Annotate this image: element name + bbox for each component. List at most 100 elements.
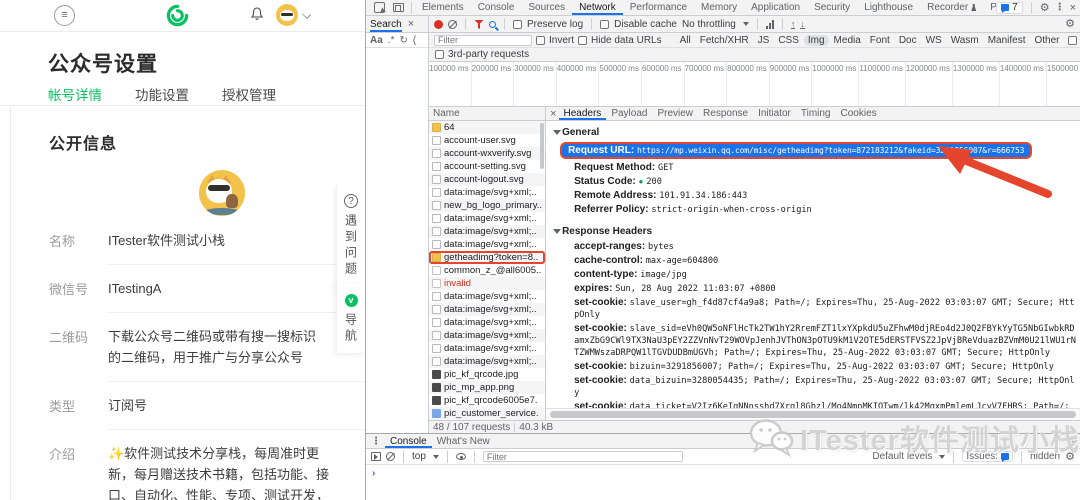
request-row[interactable]: common_z_@all6005..: [429, 264, 545, 277]
notification-bell-icon[interactable]: [249, 6, 265, 22]
console-sidebar-icon[interactable]: [371, 452, 381, 461]
request-row[interactable]: data:image/svg+xml;..: [429, 212, 545, 225]
general-section-title[interactable]: General: [552, 124, 1080, 141]
menu-icon[interactable]: ≡: [54, 5, 75, 26]
execution-context-select[interactable]: top: [412, 451, 426, 462]
settings-gear-icon[interactable]: ⚙: [1040, 2, 1050, 13]
close-drawer-icon[interactable]: ×: [1069, 435, 1075, 447]
console-filter-input[interactable]: [482, 451, 683, 462]
resource-type-chip[interactable]: All: [676, 35, 695, 46]
record-network-log-icon[interactable]: [434, 19, 443, 29]
request-row[interactable]: invalid: [429, 277, 546, 290]
detail-tab[interactable]: Headers: [559, 107, 607, 120]
request-row[interactable]: getheadimg?token=8..: [429, 251, 546, 264]
devtools-tab[interactable]: Security: [807, 0, 857, 15]
close-devtools-icon[interactable]: ×: [1070, 2, 1076, 14]
request-row[interactable]: pic_customer_service.: [429, 407, 546, 420]
resource-type-chip[interactable]: Doc: [895, 35, 921, 46]
resource-type-chip[interactable]: Font: [866, 35, 894, 46]
preserve-log-checkbox[interactable]: [513, 19, 522, 29]
devtools-tab[interactable]: Memory: [694, 0, 744, 15]
detail-tab[interactable]: Cookies: [836, 107, 882, 120]
import-har-icon[interactable]: ↑: [790, 19, 796, 29]
resource-type-chip[interactable]: Other: [1030, 35, 1063, 46]
request-row[interactable]: data:image/svg+xml;..: [429, 303, 546, 316]
devtools-tab[interactable]: Application: [744, 0, 807, 15]
response-headers-section-title[interactable]: Response Headers: [552, 223, 1080, 240]
devtools-tab[interactable]: Network: [572, 0, 623, 15]
timeline-ruler[interactable]: 100000 ms 200000 ms 300000 ms 400000 ms 5000…: [429, 62, 1080, 107]
kebab-menu-icon[interactable]: ⋮: [1055, 2, 1065, 13]
scrollbar-thumb[interactable]: [550, 411, 1076, 418]
request-row[interactable]: data:image/svg+xml;..: [429, 186, 545, 199]
resource-type-chip[interactable]: Img: [803, 34, 829, 46]
search-tab[interactable]: Search: [370, 16, 402, 32]
request-row[interactable]: data:image/svg+xml;..: [429, 290, 545, 303]
resource-type-chip[interactable]: Manifest: [984, 35, 1030, 46]
resource-type-chip[interactable]: WS: [922, 35, 946, 46]
request-list-scrollbar[interactable]: [540, 123, 545, 169]
device-toolbar-icon[interactable]: [393, 3, 404, 12]
console-tab[interactable]: What's New: [432, 434, 495, 448]
search-results-area[interactable]: [366, 48, 428, 433]
wechat-mp-logo-icon[interactable]: [166, 4, 189, 27]
request-row[interactable]: pic_mp_app.png: [429, 381, 546, 394]
drawer-kebab-icon[interactable]: ⋮: [371, 436, 381, 447]
request-row[interactable]: data:image/svg+xml;..: [429, 238, 545, 251]
refresh-icon[interactable]: ↻: [399, 35, 407, 46]
request-row[interactable]: account-setting.svg: [429, 160, 545, 173]
resource-type-chip[interactable]: Fetch/XHR: [696, 35, 753, 46]
network-settings-gear-icon[interactable]: ⚙: [1065, 19, 1075, 30]
inspect-element-icon[interactable]: [374, 2, 385, 13]
invert-checkbox[interactable]: [536, 35, 545, 45]
request-row[interactable]: account-wxverify.svg: [429, 147, 546, 160]
match-case-icon[interactable]: Aa: [370, 35, 383, 46]
devtools-tab[interactable]: Sources: [521, 0, 572, 15]
devtools-tab[interactable]: Lighthouse: [857, 0, 920, 15]
help-widget[interactable]: ? 遇到问题: [337, 183, 365, 288]
clear-network-log-icon[interactable]: [448, 19, 457, 29]
has-blocked-cookies-checkbox[interactable]: [1067, 35, 1077, 45]
throttling-select[interactable]: No throttling: [682, 19, 736, 30]
disable-cache-checkbox[interactable]: [600, 19, 610, 29]
detail-tab[interactable]: Payload: [606, 107, 652, 120]
hide-data-urls-checkbox[interactable]: [578, 35, 588, 45]
request-row[interactable]: new_bg_logo_primary..: [429, 199, 546, 212]
log-levels-select[interactable]: Default levels: [872, 451, 932, 462]
account-chevron-down-icon[interactable]: [302, 10, 311, 19]
request-list-header[interactable]: Name: [429, 107, 546, 121]
account-avatar[interactable]: [276, 4, 298, 26]
request-row[interactable]: data:image/svg+xml;..: [429, 316, 545, 329]
network-filter-input[interactable]: [434, 34, 532, 46]
request-row[interactable]: data:image/svg+xml;..: [429, 355, 546, 368]
request-row[interactable]: data:image/svg+xml;..: [429, 225, 546, 238]
console-settings-gear-icon[interactable]: ⚙: [1065, 451, 1075, 462]
request-row[interactable]: 64: [429, 121, 546, 134]
request-row[interactable]: data:image/svg+xml;..: [429, 329, 546, 342]
devtools-tab[interactable]: Performance: [623, 0, 694, 15]
search-network-icon[interactable]: [489, 20, 496, 28]
request-row[interactable]: data:image/svg+xml;..: [429, 342, 545, 355]
devtools-tab[interactable]: Console: [471, 0, 522, 15]
detail-tab[interactable]: Timing: [796, 107, 836, 120]
console-tab[interactable]: Console: [385, 434, 432, 448]
third-party-checkbox[interactable]: [435, 50, 444, 59]
request-row[interactable]: pic_kf_qrcode.jpg: [429, 368, 545, 381]
live-expression-eye-icon[interactable]: [455, 453, 466, 460]
public-account-avatar[interactable]: [199, 170, 245, 216]
request-row[interactable]: account-logout.svg: [429, 173, 546, 186]
detail-tab[interactable]: Response: [698, 107, 753, 120]
devtools-tab[interactable]: Elements: [415, 0, 471, 15]
detail-tab[interactable]: Preview: [652, 107, 698, 120]
detail-tab[interactable]: Initiator: [753, 107, 796, 120]
resource-type-chip[interactable]: CSS: [774, 35, 803, 46]
detail-horizontal-scrollbar[interactable]: [546, 408, 1080, 420]
resource-type-chip[interactable]: Media: [830, 35, 865, 46]
clear-console-icon[interactable]: [386, 452, 395, 461]
request-row[interactable]: pic_kf_qrcode6005e7.: [429, 394, 545, 407]
issues-badge[interactable]: 7: [996, 1, 1023, 14]
network-conditions-icon[interactable]: [765, 19, 774, 29]
request-row[interactable]: account-user.svg: [429, 134, 545, 147]
regex-icon[interactable]: .*: [388, 35, 395, 46]
resource-type-chip[interactable]: Wasm: [947, 35, 983, 46]
